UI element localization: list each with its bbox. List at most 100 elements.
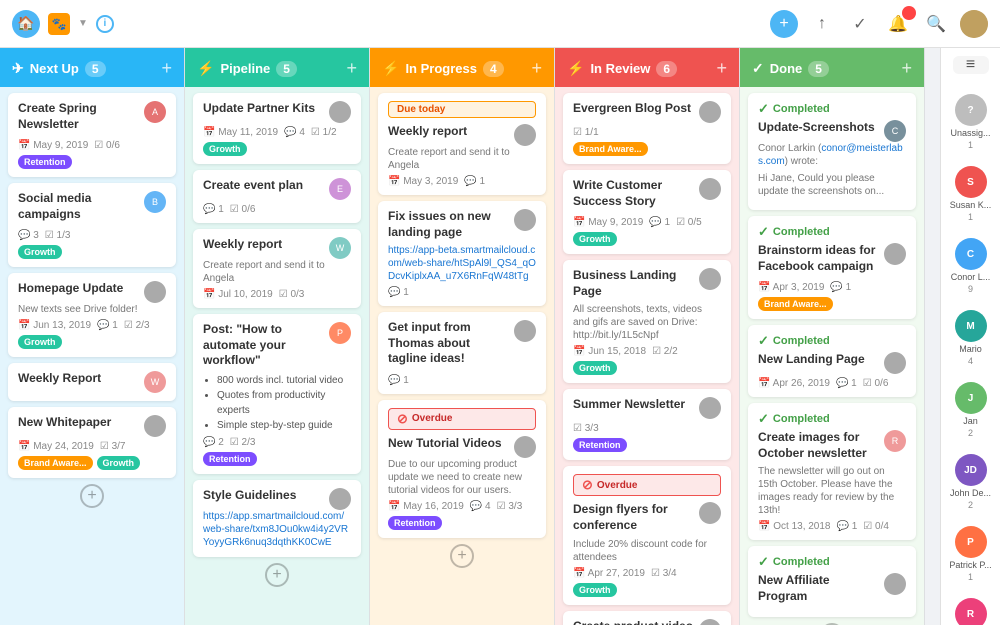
project-name[interactable]: 🐾 ▼ [48,13,88,35]
column-nextup: ✈ Next Up 5 + Create Spring Newsletter A… [0,48,185,625]
column-add-button[interactable]: + [346,58,357,79]
kanban-board: ✈ Next Up 5 + Create Spring Newsletter A… [0,48,940,625]
table-row[interactable]: ⊘ Overdue Design flyers for conference I… [563,466,731,604]
table-row[interactable]: Summer Newsletter ☑ 3/3Retention [563,389,731,460]
table-row[interactable]: Due today Weekly report Create report an… [378,93,546,195]
card-tag: Retention [388,516,442,530]
card-tag: Growth [18,245,62,259]
card-checks: ☑ 3/4 [651,568,677,579]
column-icon: ⚡ [197,60,214,77]
add-button[interactable]: + [770,10,798,38]
avatar [699,502,721,524]
card-comments: 💬 1 [836,378,857,389]
card-checks: ☑ 2/3 [230,437,256,448]
card-title: Post: "How to automate your workflow" [203,322,325,369]
table-row[interactable]: Evergreen Blog Post ☑ 1/1Brand Aware... [563,93,731,164]
column-header-inreview: ⚡ In Review 6 + [555,48,739,87]
avatar: ? [955,94,987,126]
top-navigation: 🏠 🐾 ▼ i + ↑ ✓ 🔔 🔍 [0,0,1000,48]
table-row[interactable]: Post: "How to automate your workflow" P … [193,314,361,474]
avatar: E [329,178,351,200]
add-card-button[interactable]: + [265,563,289,587]
table-row[interactable]: Create event plan E 💬 1☑ 0/6 [193,170,361,223]
avatar: P [955,526,987,558]
table-row[interactable]: Update Partner Kits 📅 May 11, 2019💬 4☑ 1… [193,93,361,164]
card-header: Write Customer Success Story [573,178,721,213]
overdue-banner: ⊘ Overdue [573,474,721,496]
notifications-button[interactable]: 🔔 [884,10,912,38]
sidebar-user-count: 1 [968,212,973,222]
check-icon[interactable]: ✓ [846,10,874,38]
card-title: Create product video for MeisterTask [573,619,695,625]
card-meta: 📅 May 9, 2019☑ 0/6 [18,140,166,151]
table-row[interactable]: Get input from Thomas about tagline idea… [378,312,546,394]
card-date: 📅 May 3, 2019 [388,176,458,187]
table-row[interactable]: ✓ Completed New Landing Page 📅 Apr 26, 2… [748,325,916,397]
list-item: Quotes from productivity experts [217,388,351,418]
card-email-link[interactable]: conor@meisterlabs.com [758,143,903,167]
avatar [144,415,166,437]
card-tag: Brand Aware... [573,142,648,156]
avatar [699,268,721,290]
card-comments: 💬 1 [97,320,118,331]
avatar: S [955,166,987,198]
add-card-button[interactable]: + [80,484,104,508]
sidebar-user-name: Unassig... [950,128,990,138]
card-title: Create Spring Newsletter [18,101,140,132]
table-row[interactable]: Fix issues on new landing page https://a… [378,201,546,306]
card-date: 📅 Apr 3, 2019 [758,282,824,293]
add-card-button[interactable]: + [450,544,474,568]
card-checks: ☑ 0/4 [863,521,889,532]
column-add-button[interactable]: + [716,58,727,79]
sidebar-item[interactable]: M Mario 4 [941,306,1000,370]
sidebar-item[interactable]: ? Unassig... 1 [941,90,1000,154]
card-header: Fix issues on new landing page [388,209,536,244]
sidebar-menu-icon[interactable]: ≡ [953,56,989,74]
sidebar-user-count: 1 [968,140,973,150]
table-row[interactable]: Create Spring Newsletter A 📅 May 9, 2019… [8,93,176,177]
sidebar-item[interactable]: R Raphael... [941,594,1000,625]
table-row[interactable]: Style Guidelines https://app.smartmailcl… [193,480,361,557]
card-checks: ☑ 2/3 [124,320,150,331]
card-tag: Growth [573,361,617,375]
table-row[interactable]: Social media campaigns B 💬 3☑ 1/3Growth [8,183,176,267]
card-tags: Retention [18,155,166,169]
info-icon[interactable]: i [96,15,114,33]
table-row[interactable]: Write Customer Success Story 📅 May 9, 20… [563,170,731,254]
card-tag: Retention [18,155,72,169]
table-row[interactable]: ✓ Completed Create images for October ne… [748,403,916,540]
column-add-button[interactable]: + [161,58,172,79]
card-checks: ☑ 0/5 [676,217,702,228]
table-row[interactable]: New Whitepaper 📅 May 24, 2019☑ 3/7Brand … [8,407,176,478]
card-subtitle: Create report and send it to Angela [388,146,536,172]
sidebar-item[interactable]: S Susan K... 1 [941,162,1000,226]
table-row[interactable]: Create product video for MeisterTask 💬 1… [563,611,731,625]
column-add-button[interactable]: + [531,58,542,79]
table-row[interactable]: Weekly report W Create report and send i… [193,229,361,308]
sidebar-item[interactable]: P Patrick P... 1 [941,522,1000,586]
sidebar-item[interactable]: C Conor L... 9 [941,234,1000,298]
card-bullets: 800 words incl. tutorial videoQuotes fro… [203,373,351,433]
table-row[interactable]: Business Landing Page All screenshots, t… [563,260,731,383]
sidebar-item[interactable]: J Jan 2 [941,378,1000,442]
table-row[interactable]: Weekly Report W [8,363,176,401]
table-row[interactable]: ✓ Completed Brainstorm ideas for Faceboo… [748,216,916,319]
table-row[interactable]: ⊘ Overdue New Tutorial Videos Due to our… [378,400,546,538]
column-add-button[interactable]: + [901,58,912,79]
table-row[interactable]: Homepage Update New texts see Drive fold… [8,273,176,357]
table-row[interactable]: ✓ Completed Update-Screenshots C Conor L… [748,93,916,210]
column-inprogress: ⚡ In Progress 4 + Due today Weekly repor… [370,48,555,625]
upload-icon[interactable]: ↑ [808,10,836,38]
card-comments: 💬 1 [649,217,670,228]
card-tags: Growth [573,232,721,246]
home-button[interactable]: 🏠 [12,10,40,38]
user-avatar[interactable] [960,10,988,38]
table-row[interactable]: ✓ Completed New Affiliate Program [748,546,916,616]
search-icon[interactable]: 🔍 [922,10,950,38]
card-meta: 📅 May 16, 2019💬 4☑ 3/3 [388,501,536,512]
card-tags: Retention [203,452,351,466]
completed-badge: ✓ Completed [758,224,906,240]
card-link[interactable]: https://app-beta.smartmailcloud.com/web-… [388,244,536,283]
card-link[interactable]: https://app.smartmailcloud.com/web-share… [203,510,351,549]
sidebar-item[interactable]: JD John De... 2 [941,450,1000,514]
